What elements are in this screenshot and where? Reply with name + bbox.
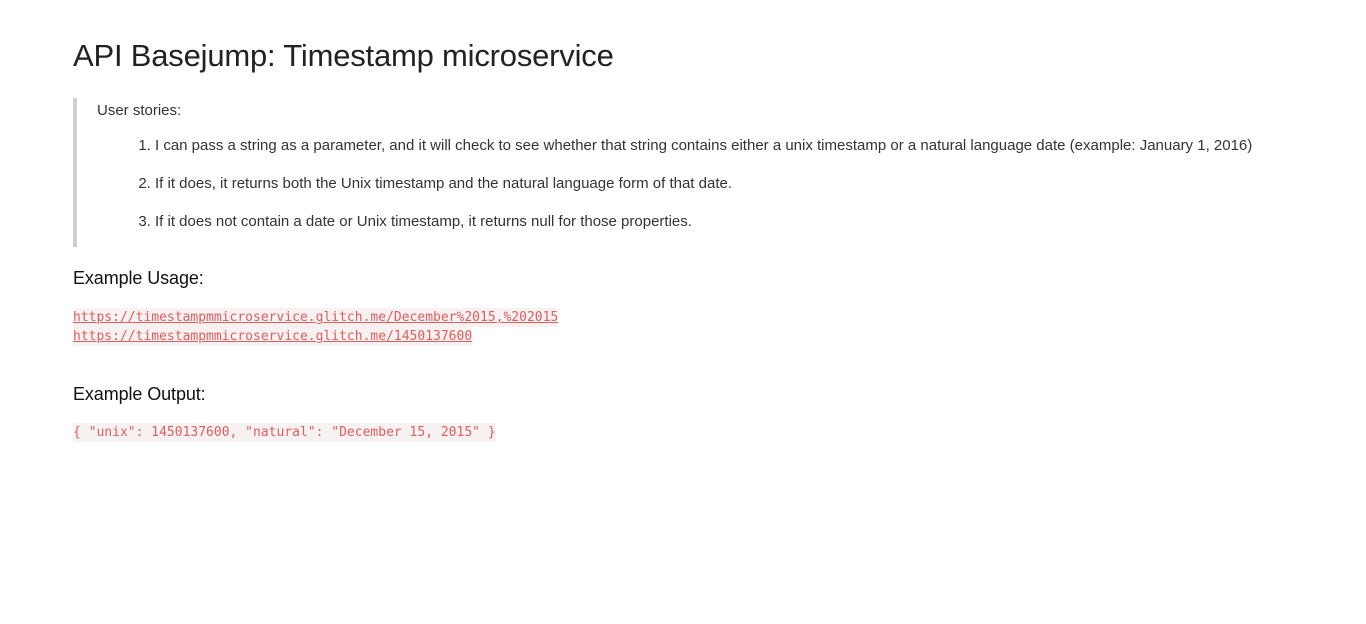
example-link-date[interactable]: https://timestampmmicroservice.glitch.me… (73, 308, 559, 327)
user-stories-heading: User stories: (97, 102, 182, 119)
example-usage-heading: Example Usage: (73, 268, 204, 288)
example-usage-links: https://timestampmmicroservice.glitch.me… (73, 308, 1343, 346)
user-story-item: I can pass a string as a parameter, and … (155, 137, 1343, 155)
user-stories-blockquote: User stories: I can pass a string as a p… (73, 98, 1343, 247)
example-output-heading: Example Output: (73, 384, 206, 404)
page-content: API Basejump: Timestamp microservice Use… (73, 36, 1343, 442)
user-story-item: If it does, it returns both the Unix tim… (155, 175, 1343, 193)
user-stories-list: I can pass a string as a parameter, and … (97, 137, 1343, 231)
user-story-item: If it does not contain a date or Unix ti… (155, 213, 1343, 231)
example-output-code: { "unix": 1450137600, "natural": "Decemb… (73, 423, 496, 442)
example-link-unix[interactable]: https://timestampmmicroservice.glitch.me… (73, 327, 473, 346)
page-title: API Basejump: Timestamp microservice (73, 38, 614, 73)
